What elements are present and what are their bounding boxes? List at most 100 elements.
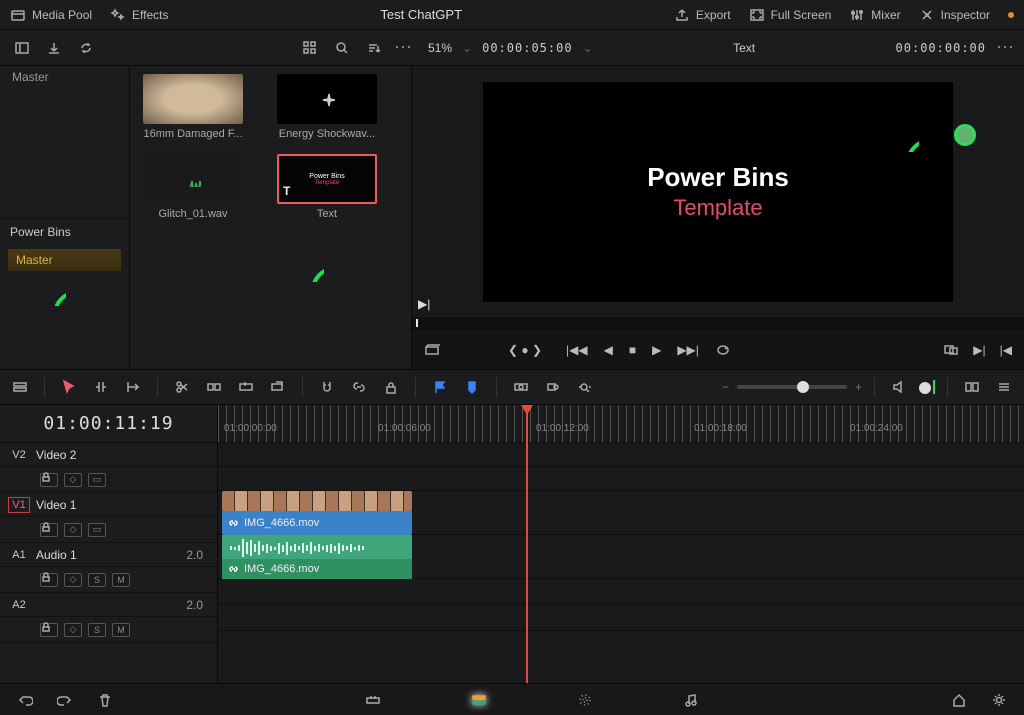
redo-button[interactable]: [54, 689, 76, 711]
track-tag[interactable]: V1: [8, 497, 30, 513]
zoom-custom-button[interactable]: [573, 375, 597, 399]
timeline-options-button[interactable]: [992, 375, 1016, 399]
track-lock-toggle[interactable]: [40, 573, 58, 587]
project-settings-button[interactable]: [988, 689, 1010, 711]
pool-item-energy[interactable]: Energy Shockwav...: [272, 74, 382, 140]
timeline-view-button[interactable]: [8, 375, 32, 399]
solo-toggle[interactable]: S: [88, 623, 106, 637]
overlay-mode-button[interactable]: [424, 342, 440, 358]
stop-button[interactable]: ■: [629, 343, 636, 357]
effects-toggle[interactable]: Effects: [110, 7, 168, 23]
home-button[interactable]: [948, 689, 970, 711]
track-lock-toggle[interactable]: [40, 623, 58, 637]
step-back-button[interactable]: ◀: [604, 343, 613, 357]
position-lock-toggle[interactable]: [379, 375, 403, 399]
overwrite-clip-button[interactable]: [234, 375, 258, 399]
linked-selection-toggle[interactable]: [347, 375, 371, 399]
export-button[interactable]: Export: [674, 7, 731, 23]
auto-select-toggle[interactable]: ◇: [64, 473, 82, 487]
mute-toggle[interactable]: M: [112, 623, 130, 637]
fullscreen-button[interactable]: Full Screen: [749, 7, 832, 23]
search-button[interactable]: [330, 36, 354, 60]
zoom-out-button[interactable]: −: [722, 380, 729, 394]
auto-select-toggle[interactable]: ◇: [64, 523, 82, 537]
timeline-canvas[interactable]: 01:00:00:00 01:00:06:00 01:00:12:00 01:0…: [218, 405, 1024, 685]
pool-item-text-template[interactable]: Power Bins Template T Text: [272, 154, 382, 220]
pool-item-glitch-audio[interactable]: Glitch_01.wav: [138, 154, 248, 220]
play-button[interactable]: ▶: [652, 343, 661, 357]
source-viewer[interactable]: Power Bins Template ▶|: [412, 66, 1024, 317]
track-header-v2[interactable]: V2Video 2: [0, 443, 217, 467]
track-header-a2[interactable]: A22.0: [0, 593, 217, 617]
delete-button[interactable]: [94, 689, 116, 711]
viewer-source-timecode[interactable]: 00:00:05:00: [482, 41, 572, 55]
zoom-in-button[interactable]: +: [855, 380, 862, 394]
next-edit-button[interactable]: ▶|: [973, 343, 985, 357]
zoom-detail-button[interactable]: [541, 375, 565, 399]
edit-page-button[interactable]: [468, 689, 490, 711]
auto-select-toggle[interactable]: ◇: [64, 623, 82, 637]
sidebar-layout-toggle[interactable]: [10, 36, 34, 60]
cut-page-button[interactable]: [362, 689, 384, 711]
audio-clip[interactable]: IMG_4666.mov: [222, 535, 412, 579]
sort-button[interactable]: [362, 36, 386, 60]
monitoring-volume-button[interactable]: [887, 375, 911, 399]
viewer-zoom-value[interactable]: 51%: [428, 41, 452, 55]
snapping-toggle[interactable]: [315, 375, 339, 399]
track-tag[interactable]: V2: [8, 448, 30, 462]
track-enable-toggle[interactable]: ▭: [88, 473, 106, 487]
trim-tool[interactable]: [89, 375, 113, 399]
thumbnail-view-button[interactable]: [298, 36, 322, 60]
blade-tool[interactable]: [170, 375, 194, 399]
media-pool-toggle[interactable]: Media Pool: [10, 7, 92, 23]
mixer-button[interactable]: Mixer: [849, 7, 900, 23]
solo-toggle[interactable]: S: [88, 573, 106, 587]
video-clip-label-bar[interactable]: IMG_4666.mov: [222, 511, 412, 535]
power-bin-master[interactable]: Master: [8, 249, 121, 271]
fairlight-page-button[interactable]: [680, 689, 702, 711]
timeline-playhead[interactable]: [526, 405, 528, 685]
auto-select-toggle[interactable]: ◇: [64, 573, 82, 587]
inspector-button[interactable]: Inspector: [919, 7, 990, 23]
fusion-page-button[interactable]: [574, 689, 596, 711]
pool-item-16mm[interactable]: 16mm Damaged F...: [138, 74, 248, 140]
replace-clip-button[interactable]: [266, 375, 290, 399]
master-bin[interactable]: Master: [0, 66, 129, 88]
track-lock-toggle[interactable]: [40, 523, 58, 537]
loop-button[interactable]: [715, 342, 731, 358]
zoom-chevron-icon[interactable]: ⌄: [462, 41, 472, 55]
insert-clip-button[interactable]: [202, 375, 226, 399]
pool-options-menu[interactable]: ⋯: [394, 37, 412, 58]
sync-clips-button[interactable]: [74, 36, 98, 60]
viewer-scrubber[interactable]: [412, 317, 1024, 329]
track-tag[interactable]: A1: [8, 548, 30, 562]
marker-button[interactable]: [460, 375, 484, 399]
mark-in-out-button[interactable]: ❮ ● ❯: [508, 343, 542, 357]
go-last-button[interactable]: ▶▶|: [677, 343, 699, 357]
skip-end-icon[interactable]: ▶|: [418, 297, 430, 311]
mute-toggle[interactable]: M: [112, 573, 130, 587]
track-header-a1[interactable]: A1Audio 12.0: [0, 543, 217, 567]
track-tag[interactable]: A2: [8, 598, 30, 612]
selection-tool[interactable]: [57, 375, 81, 399]
prev-edit-button[interactable]: |◀: [1000, 343, 1012, 357]
transform-handle-icon[interactable]: [954, 124, 976, 146]
viewer-options-menu[interactable]: ⋯: [996, 37, 1014, 58]
tc-chevron-icon[interactable]: ⌄: [583, 41, 593, 55]
dynamic-trim-tool[interactable]: [121, 375, 145, 399]
undo-button[interactable]: [14, 689, 36, 711]
flag-button[interactable]: [428, 375, 452, 399]
go-first-button[interactable]: |◀◀: [566, 343, 588, 357]
timeline-timecode[interactable]: 01:00:11:19: [43, 413, 173, 434]
track-enable-toggle[interactable]: ▭: [88, 523, 106, 537]
viewer-duration[interactable]: 00:00:00:00: [896, 41, 986, 55]
track-lock-toggle[interactable]: [40, 473, 58, 487]
zoom-full-button[interactable]: [509, 375, 533, 399]
import-media-button[interactable]: [42, 36, 66, 60]
timeline-ruler[interactable]: 01:00:00:00 01:00:06:00 01:00:12:00 01:0…: [218, 405, 1024, 443]
timeline-zoom-slider[interactable]: [737, 385, 847, 389]
track-header-v1[interactable]: V1Video 1: [0, 493, 217, 517]
match-frame-button[interactable]: [943, 342, 959, 358]
dual-viewer-button[interactable]: [960, 375, 984, 399]
video-clip[interactable]: [222, 491, 412, 511]
